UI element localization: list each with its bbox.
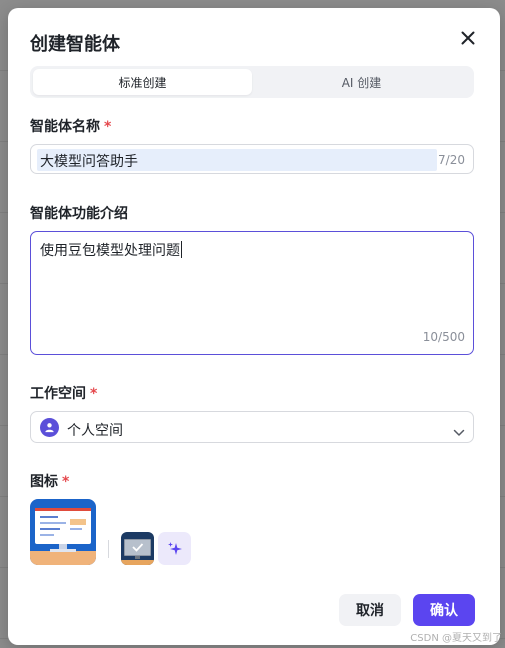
agent-name-value: 大模型问答助手: [40, 154, 138, 170]
sparkle-icon[interactable]: [158, 532, 191, 565]
text-caret: [181, 241, 182, 258]
creation-mode-tabs: 标准创建 AI 创建: [30, 66, 474, 98]
tab-ai-create[interactable]: AI 创建: [252, 69, 471, 95]
create-agent-dialog: 创建智能体 标准创建 AI 创建 智能体名称 * 大模型问答助手 7/20 智能体…: [8, 8, 500, 645]
icon-divider: [108, 540, 109, 558]
description-label: 智能体功能介绍: [30, 206, 128, 222]
required-mark: *: [62, 474, 70, 490]
required-mark: *: [90, 386, 98, 402]
agent-name-input[interactable]: 大模型问答助手 7/20: [30, 144, 474, 174]
close-icon[interactable]: [458, 28, 478, 48]
description-char-counter: 10/500: [422, 330, 465, 344]
icon-label: 图标 *: [30, 474, 70, 490]
tab-standard-create[interactable]: 标准创建: [33, 69, 252, 95]
agent-avatar-image[interactable]: [30, 499, 96, 565]
cancel-button[interactable]: 取消: [339, 594, 401, 626]
confirm-button[interactable]: 确认: [413, 594, 475, 626]
workspace-select[interactable]: 个人空间: [30, 411, 474, 443]
name-char-counter: 7/20: [438, 153, 465, 167]
required-mark: *: [104, 119, 112, 135]
user-icon: [40, 418, 59, 437]
workspace-value: 个人空间: [67, 423, 123, 439]
icon-thumbnail[interactable]: [121, 532, 154, 565]
watermark: CSDN @夏天又到了: [410, 633, 502, 644]
agent-description-textarea[interactable]: 使用豆包模型处理问题 10/500: [30, 231, 474, 355]
description-value: 使用豆包模型处理问题: [40, 241, 182, 259]
chevron-down-icon: [453, 422, 465, 441]
dialog-title: 创建智能体: [30, 34, 120, 55]
name-label: 智能体名称 *: [30, 119, 112, 135]
workspace-label: 工作空间 *: [30, 386, 98, 402]
